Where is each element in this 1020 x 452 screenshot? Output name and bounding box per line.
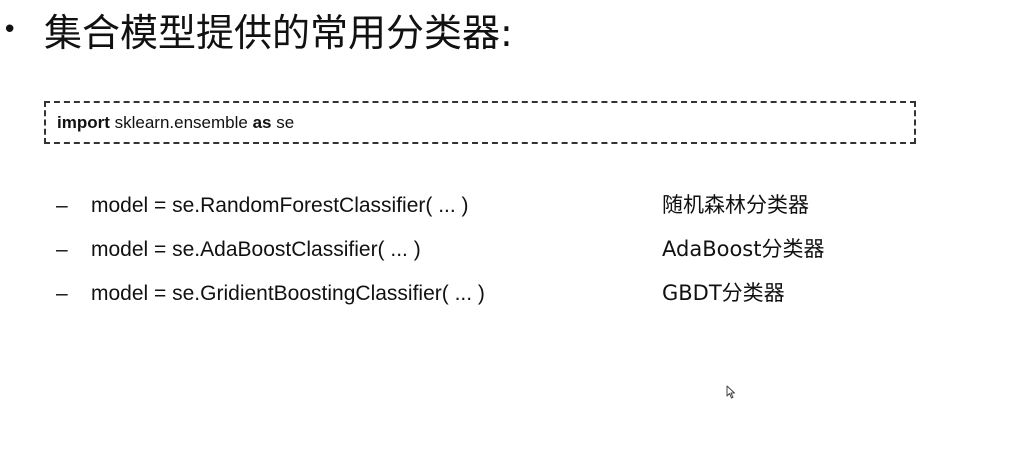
- list-item: – model = se.AdaBoostClassifier( ... ) A…: [0, 230, 1020, 270]
- list-item-code: model = se.AdaBoostClassifier( ... ): [91, 238, 421, 261]
- list-item-code: model = se.RandomForestClassifier( ... ): [91, 194, 469, 217]
- mouse-pointer-icon: [726, 385, 735, 399]
- list-item-description: 随机森林分类器: [662, 193, 809, 217]
- import-code-box: import sklearn.ensemble as se: [44, 101, 916, 144]
- list-dash: –: [56, 194, 68, 217]
- slide: • 集合模型提供的常用分类器: import sklearn.ensemble …: [0, 0, 1020, 452]
- list-dash: –: [56, 238, 68, 261]
- list-item-description: AdaBoost分类器: [662, 237, 825, 261]
- module-name: sklearn.ensemble: [109, 112, 253, 132]
- list-dash: –: [56, 282, 68, 305]
- keyword-import: import: [57, 112, 110, 132]
- module-alias: se: [271, 112, 295, 132]
- keyword-as: as: [252, 112, 272, 132]
- list-item: – model = se.GridientBoostingClassifier(…: [0, 274, 1020, 314]
- list-item-description: GBDT分类器: [662, 281, 785, 305]
- list-item: – model = se.RandomForestClassifier( ...…: [0, 186, 1020, 226]
- slide-title: 集合模型提供的常用分类器:: [44, 11, 513, 55]
- list-item-code: model = se.GridientBoostingClassifier( .…: [91, 282, 485, 305]
- title-bullet: •: [2, 15, 18, 45]
